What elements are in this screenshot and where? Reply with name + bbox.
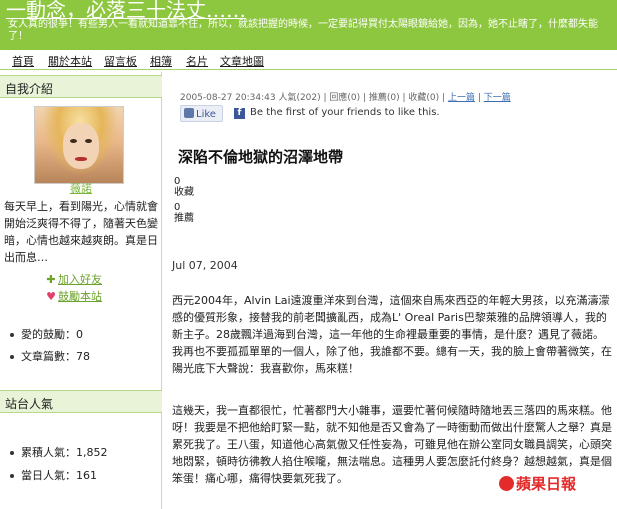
stat-total-label: 累積人氣	[21, 446, 65, 459]
main-content: 2005-08-27 20:34:43 人氣(202) | 回應(0) | 推薦…	[164, 72, 617, 509]
site-header: 一動念，必落三十法丈…… 女人真的很爭！有些男人一看就知道靠不住，所以，就該把握…	[0, 0, 617, 50]
fb-like-label: Like	[196, 109, 216, 120]
add-friend-icon: ✚	[46, 273, 56, 286]
stat-likes: 愛的鼓勵：0	[10, 326, 83, 342]
recommend-counter[interactable]: 0 推薦	[174, 202, 194, 224]
add-friend-link[interactable]: ✚ 加入好友	[46, 271, 102, 287]
bullet-icon	[10, 474, 14, 478]
post-meta-text: 2005-08-27 20:34:43 人氣(202) | 回應(0) | 推薦…	[180, 93, 446, 103]
profile-bio: 每天早上，看到陽光，心情就會開始泛爽得不得了，隨著天色變暗，心情也越來越爽朗。真…	[4, 200, 158, 264]
add-friend-label: 加入好友	[58, 273, 102, 286]
subscribe-link[interactable]: ♥ 鼓勵本站	[46, 288, 102, 304]
fb-social-text: Be the first of your friends to like thi…	[250, 107, 440, 118]
nav-about[interactable]: 關於本站	[48, 53, 92, 69]
bullet-icon	[10, 333, 14, 337]
main-nav: 首頁 關於本站 留言板 相簿 名片 文章地圖	[0, 50, 617, 70]
facebook-icon: f	[234, 108, 245, 119]
apple-daily-watermark: 蘋果日報	[499, 473, 576, 494]
post-meta: 2005-08-27 20:34:43 人氣(202) | 回應(0) | 推薦…	[180, 93, 511, 103]
prev-post-link[interactable]: 上一篇	[448, 93, 475, 103]
post-paragraph-1: 西元2004年，Alvin Lai遠渡重洋來到台灣，這個來自馬來西亞的年輕大男孩…	[172, 294, 612, 375]
stat-today-value: 161	[76, 469, 97, 482]
nav-home[interactable]: 首頁	[12, 53, 34, 69]
nav-sitemap[interactable]: 文章地圖	[220, 53, 264, 69]
site-description: 女人真的很爭！有些男人一看就知道靠不住，所以，就該把握的時候，一定要記得買付太陽…	[8, 19, 598, 42]
favorites-label: 收藏	[174, 187, 194, 198]
recommend-label: 推薦	[174, 213, 194, 224]
fb-like-button[interactable]: Like	[180, 105, 223, 122]
stat-articles-value: 78	[76, 350, 90, 363]
about-heading: 自我介紹	[0, 75, 162, 98]
favorites-counter[interactable]: 0 收藏	[174, 176, 194, 198]
nav-card[interactable]: 名片	[186, 53, 208, 69]
subscribe-label: 鼓勵本站	[58, 290, 102, 303]
stat-today-views: 當日人氣：161	[10, 467, 97, 483]
bullet-icon	[10, 451, 14, 455]
sidebar: 自我介紹 薇諾 每天早上，看到陽光，心情就會開始泛爽得不得了，隨著天色變暗，心情…	[0, 72, 162, 509]
stat-articles-label: 文章篇數	[21, 350, 65, 363]
nav-album[interactable]: 相簿	[150, 53, 172, 69]
recommend-count: 0	[174, 202, 181, 213]
stat-articles: 文章篇數：78	[10, 348, 90, 364]
thumbs-up-icon	[184, 108, 194, 118]
stat-total-views: 累積人氣：1,852	[10, 444, 108, 460]
stat-likes-label: 愛的鼓勵	[21, 328, 65, 341]
stat-likes-value: 0	[76, 328, 83, 341]
favorites-count: 0	[174, 176, 181, 187]
apple-logo-icon	[499, 476, 514, 491]
next-post-link[interactable]: 下一篇	[484, 93, 511, 103]
nav-guestbook[interactable]: 留言板	[104, 53, 137, 69]
bullet-icon	[10, 355, 14, 359]
post-date: Jul 07, 2004	[172, 259, 238, 272]
popularity-heading: 站台人氣	[0, 390, 162, 413]
profile-name-link[interactable]: 薇諾	[0, 180, 162, 196]
stat-total-value: 1,852	[76, 446, 108, 459]
stat-today-label: 當日人氣	[21, 469, 65, 482]
profile-avatar[interactable]	[34, 106, 124, 184]
heart-icon: ♥	[46, 290, 56, 303]
post-title: 深陷不倫地獄的沼澤地帶	[178, 148, 344, 166]
watermark-text: 蘋果日報	[516, 475, 577, 493]
